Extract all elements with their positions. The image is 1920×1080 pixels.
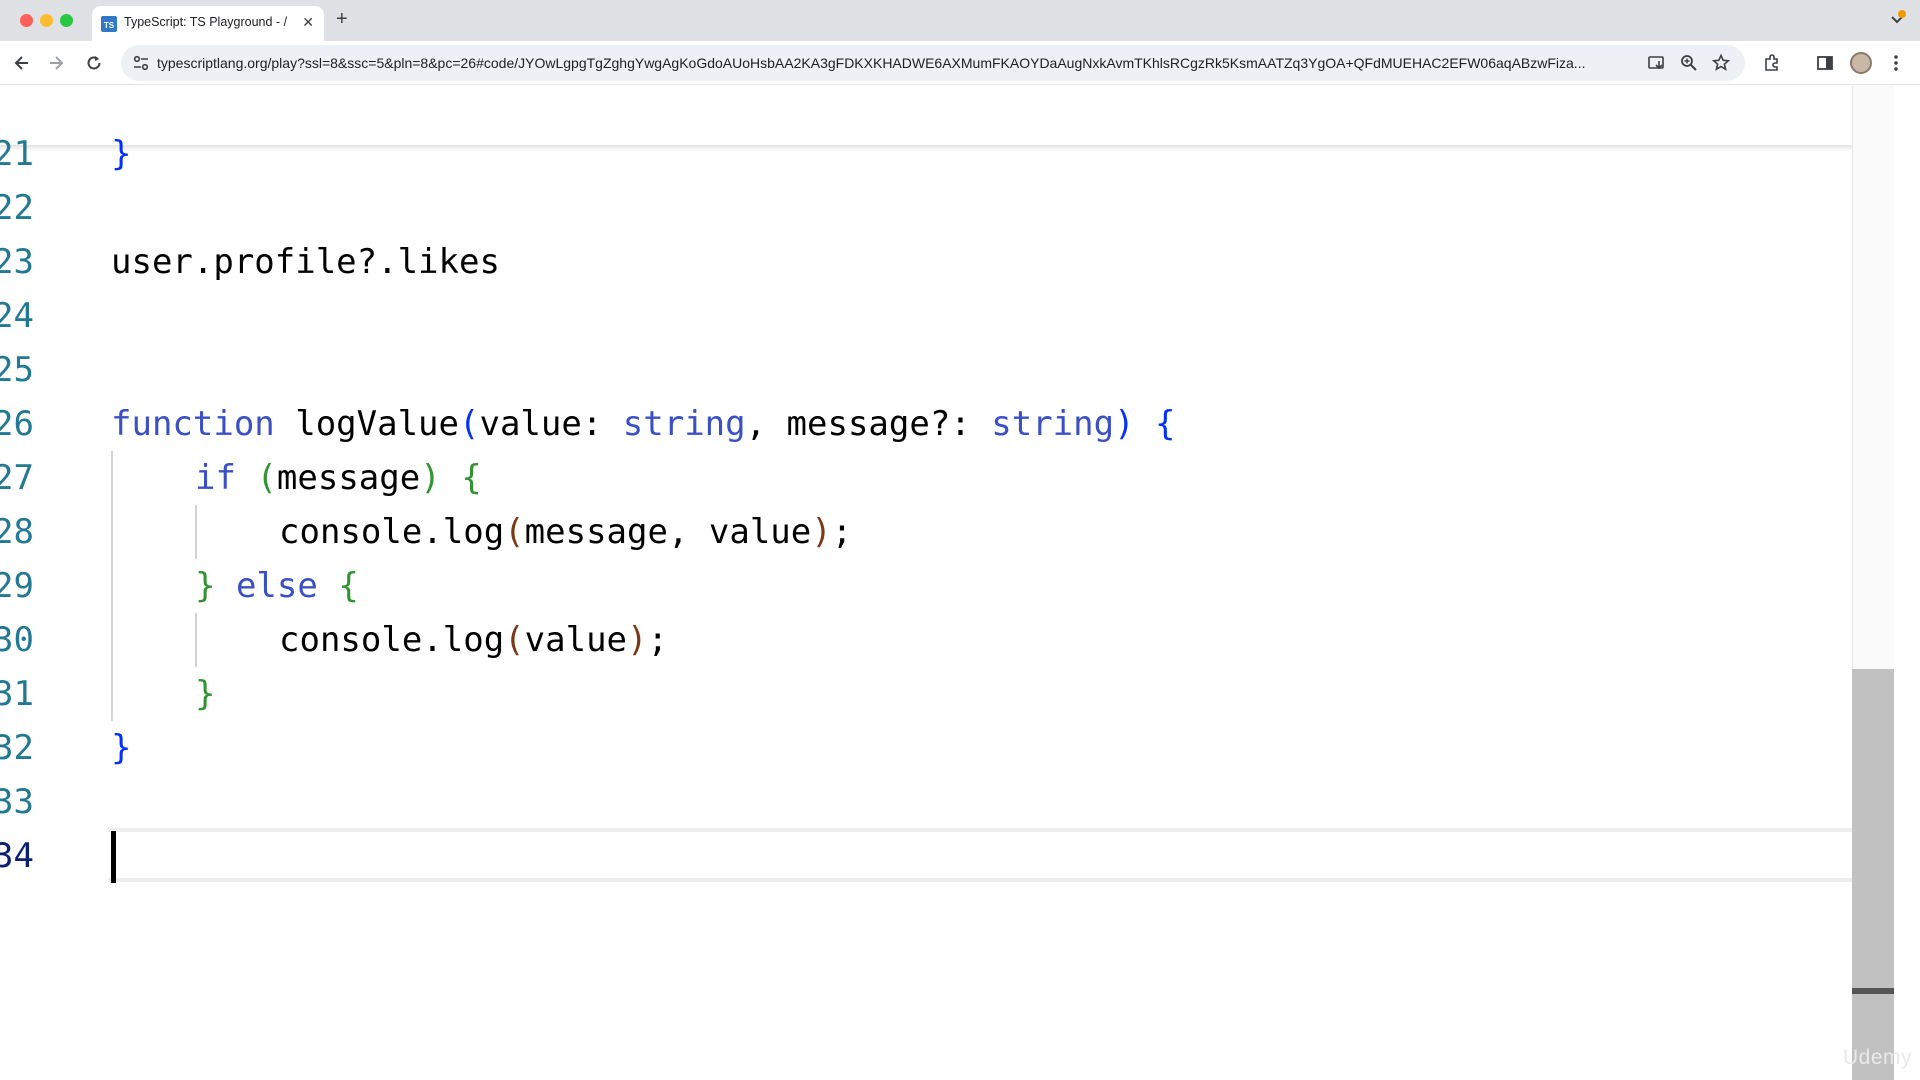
line-number: 22 (0, 188, 34, 228)
new-tab-button[interactable]: + (336, 8, 348, 30)
active-tab[interactable]: TS TypeScript: TS Playground - / ✕ (92, 6, 324, 41)
brace: } (195, 674, 216, 714)
back-arrow-icon[interactable] (12, 53, 32, 73)
line-number: 21 (0, 134, 34, 174)
param: value: (479, 404, 623, 444)
browser-toolbar: typescriptlang.org/play?ssl=8&ssc=5&pln=… (0, 41, 1920, 85)
minimize-window-button[interactable] (40, 14, 53, 27)
line-number: 32 (0, 728, 34, 768)
line-number: 33 (0, 782, 34, 822)
paren: ( (504, 512, 525, 552)
udemy-watermark: Udemy (1843, 1046, 1913, 1069)
line-number: 25 (0, 350, 34, 390)
indent-guide (195, 505, 197, 559)
args: message, value (524, 512, 812, 552)
overview-ruler-cursor-mark (1852, 988, 1894, 994)
code-line-31[interactable]: } (195, 667, 215, 721)
semicolon: ; (647, 620, 668, 660)
function-name: logValue (274, 404, 459, 444)
args: value (524, 620, 628, 660)
line-number: 27 (0, 458, 34, 498)
tab-search-chevron-icon[interactable] (1888, 10, 1906, 28)
code-line-26[interactable]: function logValue(value: string, message… (111, 397, 1176, 451)
call: console.log (279, 512, 505, 552)
editor-scroll-shadow (0, 145, 1870, 151)
reload-icon[interactable] (84, 53, 104, 73)
more-menu-icon[interactable] (1886, 53, 1906, 73)
paren: ( (459, 404, 480, 444)
type-string: string (622, 404, 746, 444)
line-number: 29 (0, 566, 34, 606)
keyword-else: else (215, 566, 339, 606)
site-info-icon[interactable] (131, 53, 151, 73)
code-line-27[interactable]: if (message) { (195, 451, 482, 505)
indent-guide (111, 451, 113, 721)
typescript-favicon-icon: TS (101, 16, 117, 32)
paren: ( (256, 458, 277, 498)
bookmark-star-icon[interactable] (1711, 53, 1731, 73)
line-number: 24 (0, 296, 34, 336)
brace: } (111, 728, 132, 768)
keyword-function: function (111, 404, 275, 444)
tab-title: TypeScript: TS Playground - / (124, 15, 288, 29)
profile-avatar[interactable] (1850, 52, 1872, 74)
browser-tab-strip: TS TypeScript: TS Playground - / ✕ + (0, 0, 1920, 41)
brace: } (195, 566, 216, 606)
paren: ) (1114, 404, 1135, 444)
side-panel-icon[interactable] (1815, 53, 1835, 73)
line-number: 26 (0, 404, 34, 444)
extensions-icon[interactable] (1762, 53, 1782, 73)
type-string: string (991, 404, 1115, 444)
code-line-32[interactable]: } (111, 721, 131, 775)
paren: ( (504, 620, 525, 660)
line-number: 28 (0, 512, 34, 552)
close-window-button[interactable] (20, 14, 33, 27)
code-line-23[interactable]: user.profile?.likes (111, 235, 500, 289)
brace: { (461, 458, 482, 498)
brace: { (338, 566, 359, 606)
url-text[interactable]: typescriptlang.org/play?ssl=8&ssc=5&pln=… (157, 55, 1637, 71)
paren: ) (811, 512, 832, 552)
paren: ) (627, 620, 648, 660)
brace: { (1155, 404, 1176, 444)
keyword-if: if (195, 458, 236, 498)
condition: message (276, 458, 421, 498)
indent-guide (195, 613, 197, 667)
code-editor[interactable]: 21 22 23 24 25 26 27 28 29 30 31 32 33 3… (0, 86, 1920, 1080)
code-line-29[interactable]: } else { (195, 559, 359, 613)
code-line-30[interactable]: console.log(value); (279, 613, 668, 667)
brace: } (111, 134, 132, 174)
forward-arrow-icon[interactable] (46, 53, 66, 73)
line-number-gutter: 21 22 23 24 25 26 27 28 29 30 31 32 33 3… (0, 86, 80, 1080)
code-line-21[interactable]: } (111, 127, 131, 181)
zoom-icon[interactable] (1679, 53, 1699, 73)
scrollbar-thumb[interactable] (1852, 669, 1894, 1080)
update-dot-icon (1898, 10, 1906, 18)
line-number: 23 (0, 242, 34, 282)
maximize-window-button[interactable] (60, 14, 73, 27)
address-bar[interactable]: typescriptlang.org/play?ssl=8&ssc=5&pln=… (121, 45, 1745, 81)
line-number-active: 34 (0, 836, 34, 876)
install-app-icon[interactable] (1647, 53, 1667, 73)
param: , message?: (745, 404, 992, 444)
line-number: 31 (0, 674, 34, 714)
semicolon: ; (831, 512, 853, 552)
line-number: 30 (0, 620, 34, 660)
paren: ) (420, 458, 441, 498)
text-cursor (111, 831, 116, 883)
tab-close-icon[interactable]: ✕ (302, 14, 314, 30)
call: console.log (279, 620, 505, 660)
code-line-28[interactable]: console.log(message, value); (279, 505, 852, 559)
current-line-highlight (108, 828, 1893, 882)
code-text: user.profile?.likes (111, 242, 500, 282)
